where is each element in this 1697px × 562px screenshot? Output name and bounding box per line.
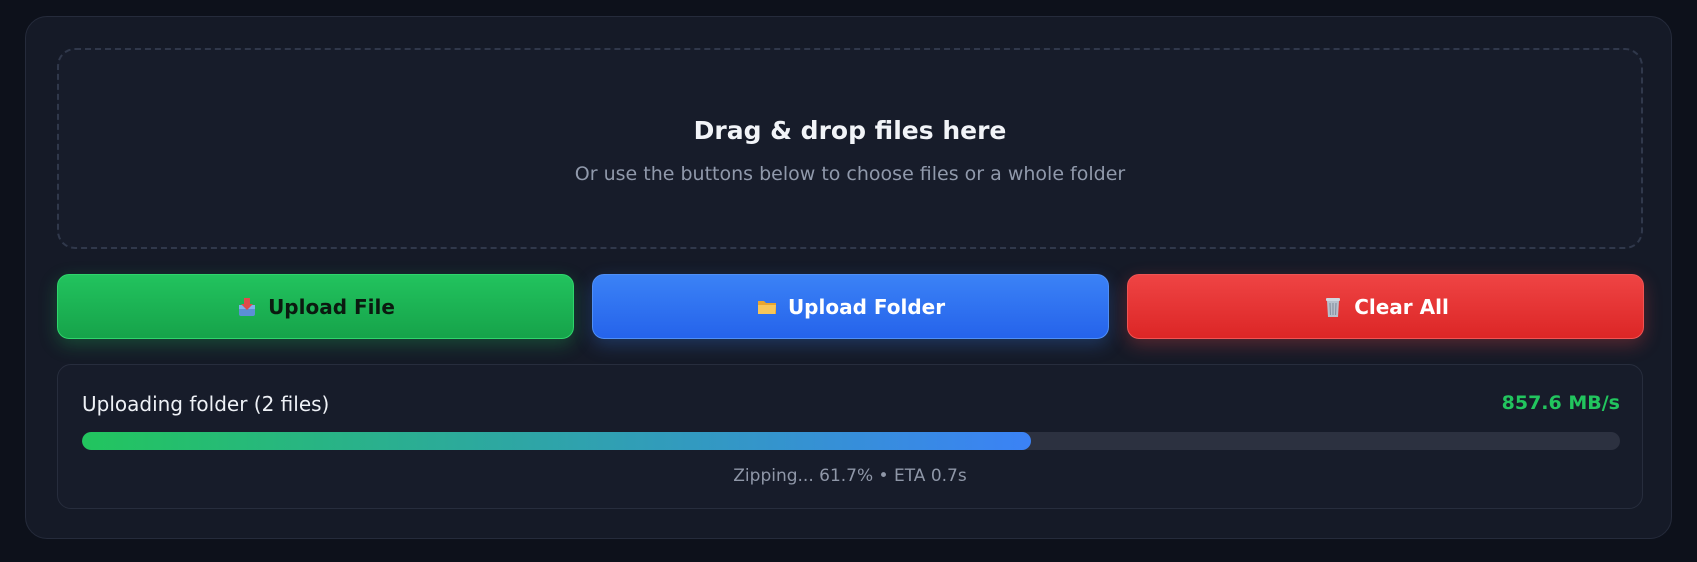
upload-speed: 857.6 MB/s (1501, 392, 1620, 414)
upload-panel: Drag & drop files here Or use the button… (25, 16, 1672, 539)
upload-file-label: Upload File (268, 294, 395, 319)
inbox-tray-icon (236, 296, 258, 318)
progress-status: Zipping... 61.7% • ETA 0.7s (733, 466, 967, 486)
clear-all-button[interactable]: Clear All (1127, 274, 1644, 339)
clear-all-label: Clear All (1354, 294, 1449, 319)
wastebasket-icon (1322, 296, 1344, 318)
upload-folder-label: Upload Folder (787, 294, 946, 319)
drop-zone-title: Drag & drop files here (693, 116, 1007, 145)
upload-file-button[interactable]: Upload File (57, 274, 574, 339)
drop-zone[interactable]: Drag & drop files here Or use the button… (57, 48, 1643, 249)
upload-folder-button[interactable]: Upload Folder (592, 274, 1109, 339)
progress-track (82, 432, 1620, 450)
progress-fill (82, 432, 1031, 450)
drop-zone-subtitle: Or use the buttons below to choose files… (574, 163, 1126, 185)
folder-icon (756, 296, 778, 318)
upload-progress-card: Uploading folder (2 files) 857.6 MB/s Zi… (57, 364, 1643, 509)
progress-title: Uploading folder (2 files) (82, 392, 330, 416)
